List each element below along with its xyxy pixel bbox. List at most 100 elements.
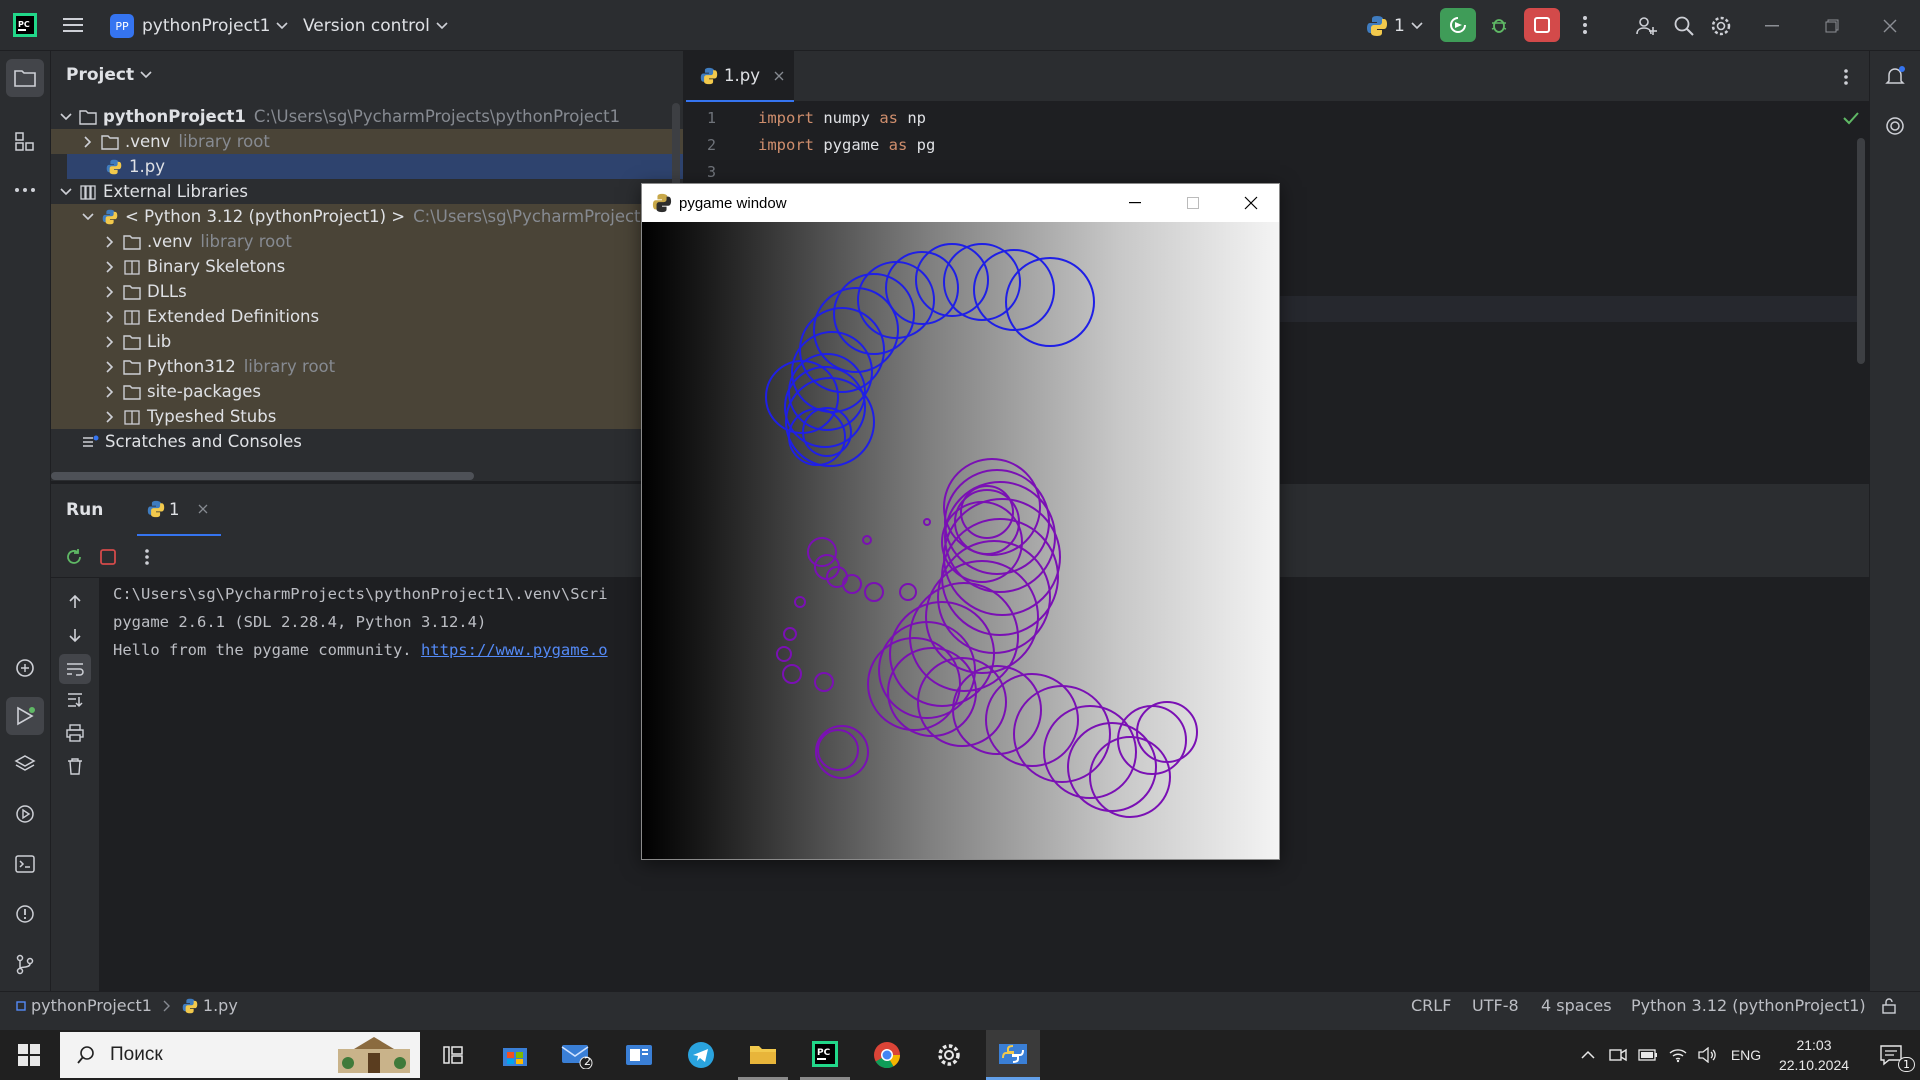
start-button[interactable]	[0, 1030, 58, 1080]
pycharm-logo-icon[interactable]: PC	[12, 12, 38, 38]
pygame-canvas[interactable]	[642, 222, 1279, 859]
inspection-ok-icon[interactable]	[1843, 111, 1859, 125]
scroll-up-icon[interactable]	[63, 590, 87, 614]
horizontal-scrollbar[interactable]	[51, 472, 474, 480]
line-separator[interactable]: CRLF	[1411, 996, 1451, 1015]
breadcrumb-file[interactable]: 1.py	[203, 996, 238, 1015]
tree-row-site-packages[interactable]: site-packages	[51, 379, 683, 404]
editor-tab-1py[interactable]: 1.py	[686, 51, 794, 102]
run-config-tab[interactable]: 1	[137, 484, 221, 536]
wifi-icon[interactable]	[1664, 1030, 1692, 1080]
tree-row-binary-skeletons[interactable]: Binary Skeletons	[51, 254, 683, 279]
telegram-app-icon[interactable]	[676, 1030, 726, 1080]
add-user-icon[interactable]	[1632, 12, 1660, 40]
tree-row-sdk-venv[interactable]: .venv library root	[51, 229, 683, 254]
tree-row-python-sdk[interactable]: < Python 3.12 (pythonProject1) > C:\User…	[51, 204, 683, 229]
tree-row-typeshed-stubs[interactable]: Typeshed Stubs	[51, 404, 683, 429]
code-line-2[interactable]: 2 import pygame as pg	[686, 133, 935, 157]
rerun-button[interactable]	[1440, 8, 1476, 42]
tree-row-venv[interactable]: .venv library root	[51, 129, 683, 154]
soft-wrap-icon[interactable]	[59, 654, 91, 684]
chevron-down-icon	[82, 212, 94, 220]
pygame-title-bar[interactable]: pygame window	[642, 184, 1279, 222]
store-app-icon[interactable]	[490, 1030, 540, 1080]
services-tool-icon[interactable]	[12, 801, 38, 827]
lock-icon[interactable]	[1881, 998, 1897, 1014]
python-taskbar-icon[interactable]	[986, 1030, 1040, 1080]
structure-tool-icon[interactable]	[12, 129, 38, 155]
language-indicator[interactable]: ENG	[1726, 1030, 1766, 1080]
more-actions-icon[interactable]	[1575, 12, 1595, 38]
trash-icon[interactable]	[63, 754, 87, 778]
stop-icon[interactable]	[97, 546, 119, 568]
pygame-maximize-button[interactable]	[1170, 184, 1216, 222]
notifications-bell-icon[interactable]	[1882, 63, 1908, 89]
breadcrumb-project[interactable]: pythonProject1	[31, 996, 152, 1015]
settings-gear-icon[interactable]	[1707, 12, 1735, 40]
scroll-down-icon[interactable]	[63, 623, 87, 647]
news-app-icon[interactable]	[614, 1030, 664, 1080]
tree-row-scratches[interactable]: Scratches and Consoles	[51, 429, 683, 454]
console-link[interactable]: https://www.pygame.o	[421, 641, 608, 659]
tree-row-project-root[interactable]: pythonProject1 C:\Users\sg\PycharmProjec…	[51, 104, 683, 129]
tree-row-dlls[interactable]: DLLs	[51, 279, 683, 304]
run-panel-title[interactable]: Run	[66, 500, 103, 520]
tree-row-extended-definitions[interactable]: Extended Definitions	[51, 304, 683, 329]
notification-center-icon[interactable]: 1	[1866, 1030, 1916, 1080]
pygame-minimize-button[interactable]	[1112, 184, 1158, 222]
code-line-1[interactable]: 1 import numpy as np	[686, 106, 926, 130]
clock[interactable]: 21:03 22.10.2024	[1772, 1030, 1856, 1080]
pygame-close-button[interactable]	[1228, 184, 1274, 222]
pycharm-taskbar-icon[interactable]: PC	[800, 1030, 850, 1080]
project-switcher[interactable]: PP pythonProject1	[110, 12, 289, 40]
run-more-icon[interactable]	[139, 546, 155, 568]
settings-app-icon[interactable]	[924, 1030, 974, 1080]
minimize-window-button[interactable]	[1752, 12, 1792, 40]
task-view-icon[interactable]	[428, 1030, 478, 1080]
problems-tool-icon[interactable]	[12, 901, 38, 927]
close-tab-icon[interactable]	[774, 71, 784, 81]
close-window-button[interactable]	[1870, 12, 1910, 40]
terminal-tool-icon[interactable]	[12, 851, 38, 877]
main-menu-icon[interactable]	[60, 14, 86, 36]
tree-row-python312[interactable]: Python312 library root	[51, 354, 683, 379]
meet-now-icon[interactable]	[1604, 1030, 1632, 1080]
editor-scrollbar[interactable]	[1857, 138, 1865, 364]
volume-icon[interactable]	[1694, 1030, 1722, 1080]
project-panel-header[interactable]: Project	[66, 65, 152, 85]
python-console-icon[interactable]	[12, 655, 38, 681]
mail-app-icon[interactable]: 2	[552, 1030, 602, 1080]
stop-button[interactable]	[1524, 8, 1560, 42]
indent-setting[interactable]: 4 spaces	[1541, 996, 1612, 1015]
scroll-to-end-icon[interactable]	[63, 688, 87, 712]
rerun-icon[interactable]	[63, 546, 85, 568]
tree-row-external-libraries[interactable]: External Libraries	[51, 179, 683, 204]
git-tool-icon[interactable]	[12, 951, 38, 977]
debug-button[interactable]	[1483, 10, 1515, 40]
tray-overflow-icon[interactable]	[1576, 1030, 1600, 1080]
interpreter-selector[interactable]: Python 3.12 (pythonProject1)	[1631, 996, 1866, 1015]
restore-window-button[interactable]	[1812, 12, 1852, 40]
ai-assistant-icon[interactable]	[1882, 113, 1908, 139]
file-explorer-icon[interactable]	[738, 1030, 788, 1080]
tree-row-lib[interactable]: Lib	[51, 329, 683, 354]
more-tools-icon[interactable]	[12, 177, 38, 203]
taskbar-search-box[interactable]: Поиск	[60, 1032, 420, 1078]
vcs-menu[interactable]: Version control	[303, 12, 448, 40]
chrome-app-icon[interactable]	[862, 1030, 912, 1080]
tree-label: Lib	[147, 332, 172, 351]
pygame-window[interactable]: pygame window	[641, 183, 1280, 860]
run-config-selector[interactable]: 1	[1366, 12, 1423, 40]
run-tool-icon[interactable]	[6, 697, 44, 735]
code-line-3[interactable]: 3	[686, 160, 716, 184]
tree-row-1py[interactable]: 1.py	[67, 154, 683, 179]
print-icon[interactable]	[63, 721, 87, 745]
battery-icon[interactable]	[1634, 1030, 1662, 1080]
file-encoding[interactable]: UTF-8	[1472, 996, 1519, 1015]
search-icon[interactable]	[1670, 12, 1698, 40]
project-tool-icon[interactable]	[6, 59, 44, 97]
editor-tabs-more-icon[interactable]	[1836, 65, 1856, 89]
layers-tool-icon[interactable]	[12, 751, 38, 777]
close-tab-icon[interactable]	[198, 504, 208, 514]
project-badge: PP	[110, 14, 134, 38]
